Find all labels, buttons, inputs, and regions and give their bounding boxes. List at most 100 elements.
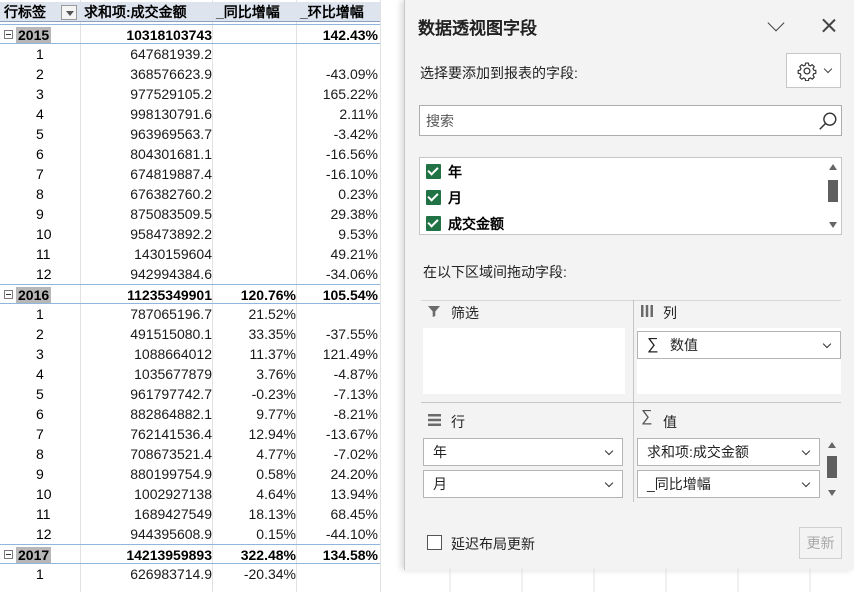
amount-cell[interactable]: 11235349901 bbox=[80, 285, 212, 305]
chevron-down-icon[interactable] bbox=[801, 446, 811, 456]
scroll-up-arrow-icon[interactable] bbox=[828, 442, 836, 448]
month-row[interactable]: 11 1689427549 18.13% 68.45% bbox=[0, 504, 380, 524]
rows-item-year[interactable]: 年 bbox=[423, 438, 623, 466]
values-item-sum-amount[interactable]: 求和项:成交金额 bbox=[637, 438, 820, 466]
yoy-cell[interactable]: 33.35% bbox=[212, 324, 296, 344]
yoy-cell[interactable] bbox=[212, 204, 296, 224]
amount-cell[interactable]: 958473892.2 bbox=[80, 224, 212, 244]
month-row[interactable]: 10 1002927138 4.64% 13.94% bbox=[0, 484, 380, 504]
scroll-thumb[interactable] bbox=[827, 456, 837, 478]
mom-cell[interactable]: 13.94% bbox=[296, 484, 378, 504]
mom-cell[interactable]: -44.10% bbox=[296, 524, 378, 544]
mom-cell[interactable]: 9.53% bbox=[296, 224, 378, 244]
amount-cell[interactable]: 942994384.6 bbox=[80, 264, 212, 284]
amount-cell[interactable]: 963969563.7 bbox=[80, 124, 212, 144]
scroll-down-arrow-icon[interactable] bbox=[829, 222, 837, 228]
pane-options-chevron-icon[interactable] bbox=[765, 14, 789, 38]
header-sum-amount[interactable]: 求和项:成交金额 bbox=[84, 2, 216, 22]
month-row[interactable]: 2 368576623.9 -43.09% bbox=[0, 64, 380, 84]
mom-cell[interactable]: -7.13% bbox=[296, 384, 378, 404]
month-row[interactable]: 2 491515080.1 33.35% -37.55% bbox=[0, 324, 380, 344]
yoy-cell[interactable]: 4.77% bbox=[212, 444, 296, 464]
amount-cell[interactable]: 647681939.2 bbox=[80, 44, 212, 64]
mom-cell[interactable]: -8.21% bbox=[296, 404, 378, 424]
amount-cell[interactable]: 1689427549 bbox=[80, 504, 212, 524]
mom-cell[interactable]: -7.02% bbox=[296, 444, 378, 464]
mom-cell[interactable]: -3.42% bbox=[296, 124, 378, 144]
mom-cell[interactable]: 142.43% bbox=[296, 25, 378, 45]
yoy-cell[interactable] bbox=[212, 64, 296, 84]
amount-cell[interactable]: 944395608.9 bbox=[80, 524, 212, 544]
mom-cell[interactable]: 29.38% bbox=[296, 204, 378, 224]
row-label-filter-button[interactable] bbox=[61, 5, 77, 20]
yoy-cell[interactable] bbox=[212, 144, 296, 164]
month-row[interactable]: 6 804301681.1 -16.56% bbox=[0, 144, 380, 164]
amount-cell[interactable]: 676382760.2 bbox=[80, 184, 212, 204]
mom-cell[interactable]: -16.10% bbox=[296, 164, 378, 184]
values-scrollbar[interactable] bbox=[825, 440, 839, 498]
mom-cell[interactable]: 49.21% bbox=[296, 244, 378, 264]
yoy-cell[interactable] bbox=[212, 244, 296, 264]
month-row[interactable]: 6 882864882.1 9.77% -8.21% bbox=[0, 404, 380, 424]
yoy-cell[interactable] bbox=[212, 44, 296, 64]
amount-cell[interactable]: 626983714.9 bbox=[80, 564, 212, 584]
chevron-down-icon[interactable] bbox=[604, 446, 614, 456]
amount-cell[interactable]: 491515080.1 bbox=[80, 324, 212, 344]
month-row[interactable]: 7 762141536.4 12.94% -13.67% bbox=[0, 424, 380, 444]
yoy-cell[interactable]: 11.37% bbox=[212, 344, 296, 364]
yoy-cell[interactable]: 120.76% bbox=[212, 285, 296, 305]
month-row[interactable]: 1 626983714.9 -20.34% bbox=[0, 564, 380, 584]
month-row[interactable]: 12 942994384.6 -34.06% bbox=[0, 264, 380, 284]
amount-cell[interactable]: 875083509.5 bbox=[80, 204, 212, 224]
field-checkbox-amount[interactable] bbox=[426, 216, 441, 231]
amount-cell[interactable]: 977529105.2 bbox=[80, 84, 212, 104]
mom-cell[interactable]: 0.23% bbox=[296, 184, 378, 204]
year-row[interactable]: 2016 11235349901 120.76% 105.54% bbox=[0, 284, 380, 304]
month-row[interactable]: 8 676382760.2 0.23% bbox=[0, 184, 380, 204]
scroll-up-arrow-icon[interactable] bbox=[829, 164, 837, 170]
amount-cell[interactable]: 1088664012 bbox=[80, 344, 212, 364]
update-button[interactable]: 更新 bbox=[799, 527, 842, 559]
month-row[interactable]: 7 674819887.4 -16.10% bbox=[0, 164, 380, 184]
mom-cell[interactable]: 2.11% bbox=[296, 104, 378, 124]
yoy-cell[interactable]: -20.34% bbox=[212, 564, 296, 584]
yoy-cell[interactable] bbox=[212, 25, 296, 45]
field-search-box[interactable] bbox=[419, 105, 842, 136]
field-checkbox-month[interactable] bbox=[426, 190, 441, 205]
amount-cell[interactable]: 961797742.7 bbox=[80, 384, 212, 404]
yoy-cell[interactable] bbox=[212, 164, 296, 184]
month-row[interactable]: 3 1088664012 11.37% 121.49% bbox=[0, 344, 380, 364]
amount-cell[interactable]: 1035677879 bbox=[80, 364, 212, 384]
month-row[interactable]: 4 1035677879 3.76% -4.87% bbox=[0, 364, 380, 384]
scroll-down-arrow-icon[interactable] bbox=[828, 490, 836, 496]
amount-cell[interactable]: 368576623.9 bbox=[80, 64, 212, 84]
amount-cell[interactable]: 674819887.4 bbox=[80, 164, 212, 184]
mom-cell[interactable]: 165.22% bbox=[296, 84, 378, 104]
amount-cell[interactable]: 10318103743 bbox=[80, 25, 212, 45]
mom-cell[interactable]: 121.49% bbox=[296, 344, 378, 364]
yoy-cell[interactable]: 21.52% bbox=[212, 304, 296, 324]
amount-cell[interactable]: 1002927138 bbox=[80, 484, 212, 504]
yoy-cell[interactable] bbox=[212, 224, 296, 244]
month-row[interactable]: 1 787065196.7 21.52% bbox=[0, 304, 380, 324]
yoy-cell[interactable]: 9.77% bbox=[212, 404, 296, 424]
search-icon[interactable] bbox=[817, 110, 839, 132]
header-yoy-growth[interactable]: _同比增幅 bbox=[216, 2, 300, 22]
yoy-cell[interactable]: 322.48% bbox=[212, 545, 296, 565]
row-label-cell[interactable]: 2017 bbox=[4, 545, 80, 565]
mom-cell[interactable] bbox=[296, 304, 378, 324]
field-checkbox-year[interactable] bbox=[426, 164, 441, 179]
month-row[interactable]: 10 958473892.2 9.53% bbox=[0, 224, 380, 244]
columns-item-values[interactable]: ∑ 数值 bbox=[637, 331, 841, 359]
mom-cell[interactable]: -16.56% bbox=[296, 144, 378, 164]
filter-drop-zone[interactable] bbox=[423, 328, 625, 394]
chevron-down-icon[interactable] bbox=[604, 478, 614, 488]
mom-cell[interactable]: 24.20% bbox=[296, 464, 378, 484]
mom-cell[interactable] bbox=[296, 564, 378, 584]
month-row[interactable]: 1 647681939.2 bbox=[0, 44, 380, 64]
yoy-cell[interactable] bbox=[212, 184, 296, 204]
close-icon[interactable] bbox=[817, 14, 841, 38]
month-row[interactable]: 4 998130791.6 2.11% bbox=[0, 104, 380, 124]
mom-cell[interactable]: -37.55% bbox=[296, 324, 378, 344]
amount-cell[interactable]: 804301681.1 bbox=[80, 144, 212, 164]
